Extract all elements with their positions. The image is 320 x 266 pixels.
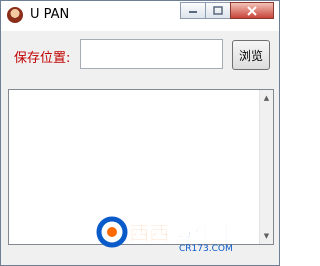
watermark-logo: 西西 软件园 CR173.COM [96,216,233,253]
maximize-icon [213,6,223,15]
watermark-url: CR173.COM [179,244,233,253]
minimize-button[interactable] [180,2,206,19]
scroll-up-icon[interactable]: ▲ [260,91,273,105]
minimize-icon [189,10,197,13]
watermark-brand: 西西 [129,221,169,245]
app-logo-icon [7,7,23,23]
window-title: U PAN [30,7,70,22]
maximize-button[interactable] [205,2,231,19]
app-window: U PAN 保存位置: 浏览 ▲ ▼ 西西 软件园 CR173.COM [0,0,280,266]
watermark-brand-suffix: 软件园 [178,223,229,244]
save-location-row: 保存位置: 浏览 [1,31,279,86]
save-location-label: 保存位置: [14,51,71,66]
window-controls [180,2,274,19]
browse-button[interactable]: 浏览 [232,40,270,70]
close-button[interactable] [230,2,274,19]
save-path-input[interactable] [80,39,223,69]
title-bar[interactable]: U PAN [1,1,279,31]
close-icon [247,5,257,16]
